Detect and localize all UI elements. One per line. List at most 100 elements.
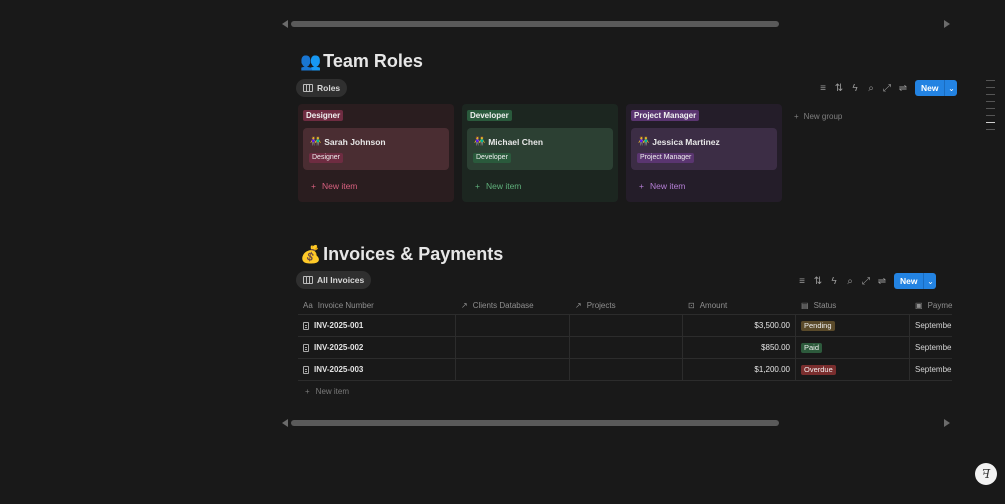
bottom-horizontal-scrollbar[interactable]	[282, 418, 950, 428]
status-cell[interactable]: Overdue	[796, 359, 910, 380]
payment-cell[interactable]: September	[910, 359, 952, 380]
new-item-button[interactable]: + New item	[303, 176, 449, 196]
column-header-payment[interactable]: ▣ Payme	[910, 296, 952, 314]
amount-cell[interactable]: $850.00	[683, 337, 796, 358]
chevron-down-icon[interactable]: ⌄	[923, 273, 937, 289]
amount-cell[interactable]: $1,200.00	[683, 359, 796, 380]
sort-icon[interactable]: ⇅	[831, 80, 847, 96]
page-icon	[303, 365, 309, 374]
scrollbar-thumb[interactable]	[291, 420, 779, 426]
board-card[interactable]: 👫 Michael Chen Developer	[467, 128, 613, 170]
board-card[interactable]: 👫 Sarah Johnson Designer	[303, 128, 449, 170]
toc-line[interactable]	[986, 108, 995, 109]
invoices-title: Invoices & Payments	[323, 244, 504, 264]
new-button[interactable]: New ⌄	[894, 273, 937, 289]
scroll-left-arrow-icon[interactable]	[282, 20, 288, 28]
settings-sliders-icon[interactable]: ⇌	[895, 80, 911, 96]
tab-all-invoices[interactable]: All Invoices	[296, 271, 372, 289]
automation-lightning-icon[interactable]: ϟ	[826, 273, 842, 289]
role-tag: Project Manager	[637, 153, 695, 163]
card-name: Michael Chen	[488, 136, 544, 147]
top-horizontal-scrollbar[interactable]	[282, 19, 950, 29]
filter-icon[interactable]: ≡	[794, 273, 810, 289]
projects-cell[interactable]	[570, 315, 683, 336]
invoice-number-cell[interactable]: INV-2025-001	[298, 315, 456, 336]
sort-icon[interactable]: ⇅	[810, 273, 826, 289]
column-group-tag[interactable]: Developer	[467, 110, 512, 121]
invoice-number-cell[interactable]: INV-2025-002	[298, 337, 456, 358]
toc-line[interactable]	[986, 80, 995, 81]
clients-cell[interactable]	[456, 359, 570, 380]
amount-cell[interactable]: $3,500.00	[683, 315, 796, 336]
expand-icon[interactable]: ⤢	[858, 273, 874, 289]
automation-lightning-icon[interactable]: ϟ	[847, 80, 863, 96]
board-card[interactable]: 👫 Jessica Martinez Project Manager	[631, 128, 777, 170]
scrollbar-thumb[interactable]	[291, 21, 779, 27]
card-title: 👫 Michael Chen	[474, 136, 543, 147]
plus-icon: +	[311, 181, 316, 191]
invoice-number-cell[interactable]: INV-2025-003	[298, 359, 456, 380]
tab-roles[interactable]: Roles	[296, 79, 348, 97]
new-button-label[interactable]: New	[915, 80, 945, 96]
toc-line-active[interactable]	[986, 122, 995, 123]
search-icon[interactable]: ⌕	[842, 273, 858, 289]
new-item-button[interactable]: + New item	[631, 176, 777, 196]
scroll-left-arrow-icon[interactable]	[282, 419, 288, 427]
status-cell[interactable]: Pending	[796, 315, 910, 336]
new-button-label[interactable]: New	[894, 273, 924, 289]
chevron-down-icon[interactable]: ⌄	[944, 80, 958, 96]
toc-line[interactable]	[986, 94, 995, 95]
tab-all-invoices-label: All Invoices	[317, 275, 365, 285]
table-header: Aa Invoice Number ↗ Clients Database ↗ P…	[298, 296, 952, 315]
projects-cell[interactable]	[570, 359, 683, 380]
table-new-item-button[interactable]: + New item	[298, 381, 952, 401]
toc-line[interactable]	[986, 115, 995, 116]
toc-line[interactable]	[986, 101, 995, 102]
page-icon	[303, 343, 309, 352]
status-cell[interactable]: Paid	[796, 337, 910, 358]
projects-cell[interactable]	[570, 337, 683, 358]
column-group-tag[interactable]: Project Manager	[631, 110, 700, 121]
table-row[interactable]: INV-2025-001 $3,500.00 Pending September	[298, 315, 952, 337]
people-icon: 👫	[474, 136, 485, 146]
column-header-amount[interactable]: ⊡ Amount	[683, 296, 796, 314]
invoices-table: Aa Invoice Number ↗ Clients Database ↗ P…	[298, 296, 952, 401]
expand-icon[interactable]: ⤢	[879, 80, 895, 96]
new-group-button[interactable]: + New group	[794, 112, 842, 121]
toc-line[interactable]	[986, 87, 995, 88]
people-icon: 👫	[638, 136, 649, 146]
column-header-clients-database[interactable]: ↗ Clients Database	[456, 296, 570, 314]
team-roles-title: Team Roles	[323, 51, 423, 71]
invoices-heading: 💰 Invoices & Payments	[300, 244, 503, 265]
scroll-right-arrow-icon[interactable]	[944, 20, 950, 28]
clients-cell[interactable]	[456, 315, 570, 336]
new-item-button[interactable]: + New item	[467, 176, 613, 196]
column-header-invoice-number[interactable]: Aa Invoice Number	[298, 296, 456, 314]
payment-cell[interactable]: September	[910, 337, 952, 358]
plus-icon: +	[794, 112, 799, 121]
table-of-contents-minimap[interactable]	[986, 80, 995, 136]
clients-cell[interactable]	[456, 337, 570, 358]
column-group-tag[interactable]: Designer	[303, 110, 344, 121]
role-tag: Designer	[309, 153, 344, 163]
team-roles-heading: 👥 Team Roles	[300, 51, 423, 72]
payment-cell[interactable]: September	[910, 315, 952, 336]
new-item-label: New item	[649, 181, 686, 191]
table-row[interactable]: INV-2025-002 $850.00 Paid September	[298, 337, 952, 359]
help-icon[interactable]: ꟻ	[975, 463, 997, 485]
column-header-status[interactable]: ▤ Status	[796, 296, 910, 314]
new-button[interactable]: New ⌄	[915, 80, 958, 96]
search-icon[interactable]: ⌕	[863, 80, 879, 96]
plus-icon: +	[305, 386, 310, 396]
table-row[interactable]: INV-2025-003 $1,200.00 Overdue September	[298, 359, 952, 381]
settings-sliders-icon[interactable]: ⇌	[874, 273, 890, 289]
scroll-right-arrow-icon[interactable]	[944, 419, 950, 427]
board-column-project-manager: Project Manager 👫 Jessica Martinez Proje…	[626, 104, 782, 202]
formula-icon: ⊡	[688, 300, 695, 310]
filter-icon[interactable]: ≡	[815, 80, 831, 96]
plus-icon: +	[475, 181, 480, 191]
toc-line[interactable]	[986, 129, 995, 130]
board-column-designer: Designer 👫 Sarah Johnson Designer + New …	[298, 104, 454, 202]
column-header-projects[interactable]: ↗ Projects	[570, 296, 683, 314]
status-badge: Overdue	[801, 364, 836, 375]
